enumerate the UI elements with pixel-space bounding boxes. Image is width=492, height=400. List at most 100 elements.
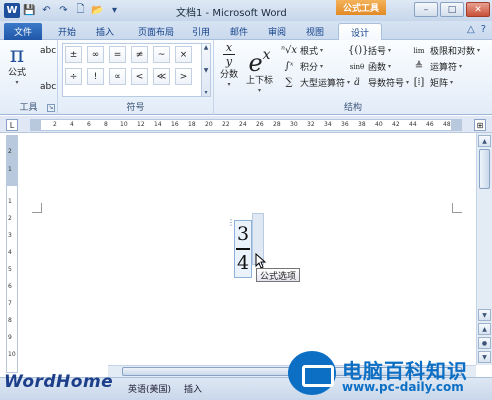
collapse-ribbon-icon[interactable]: △: [467, 24, 475, 35]
ruler-toggle-icon[interactable]: ⊞: [474, 119, 486, 131]
operator-button[interactable]: ≜ 运算符 ▾: [410, 60, 462, 73]
gallery-more-icon[interactable]: ▾: [204, 89, 207, 96]
symbol-button[interactable]: >: [175, 68, 192, 85]
bracket-label: 括号: [368, 47, 387, 57]
fraction-button[interactable]: x y 分数 ▾: [220, 42, 238, 88]
tab-help-area: △ ?: [467, 24, 486, 35]
tab-selector[interactable]: L: [6, 119, 18, 131]
ruler-tick: 8: [104, 121, 108, 128]
large-operator-label: 大型运算符: [300, 79, 346, 89]
vertical-ruler-tick: 9: [8, 334, 12, 341]
function-icon: sinθ: [349, 62, 365, 71]
symbol-button[interactable]: ±: [65, 46, 82, 63]
logo-url: www.pc-daily.com: [342, 380, 464, 394]
bracket-button[interactable]: {()} 括号 ▾: [348, 44, 391, 57]
fraction-denominator[interactable]: 4: [236, 253, 250, 273]
chevron-down-icon: ▾: [15, 79, 19, 86]
tab-references[interactable]: 引用: [186, 23, 216, 40]
tab-review[interactable]: 审阅: [262, 23, 292, 40]
ruler-tick: 24: [239, 121, 247, 128]
customize-toolbar-icon[interactable]: ▾: [107, 4, 122, 18]
limit-log-button[interactable]: lim 极限和对数 ▾: [410, 44, 480, 58]
tab-mailings[interactable]: 邮件: [224, 23, 254, 40]
ruler-tick: 4: [70, 121, 74, 128]
word-app-icon[interactable]: W: [4, 3, 20, 18]
script-button[interactable]: ex 上下标 ▾: [246, 42, 273, 94]
tab-insert[interactable]: 插入: [90, 23, 120, 40]
large-operator-button[interactable]: ∑ 大型运算符 ▾: [280, 76, 350, 89]
ruler-tick: 38: [358, 121, 366, 128]
tab-page-layout[interactable]: 页面布局: [130, 23, 182, 40]
symbol-button[interactable]: ∞: [87, 46, 104, 63]
equation-label: 公式: [8, 68, 27, 78]
close-button[interactable]: ✕: [466, 2, 490, 17]
redo-icon[interactable]: ↷: [56, 4, 71, 18]
integral-button[interactable]: ∫ˣ 积分 ▾: [280, 60, 323, 73]
vertical-ruler-tick: 10: [8, 351, 16, 358]
symbol-button[interactable]: <: [131, 68, 148, 85]
accent-label: 导数符号: [368, 79, 405, 89]
vertical-ruler-tick: 1: [8, 198, 12, 205]
matrix-button[interactable]: [⁞] 矩阵 ▾: [410, 76, 453, 89]
insert-mode-status[interactable]: 插入: [184, 382, 202, 395]
vertical-ruler[interactable]: 2 1 1 2 3 4 5 6 7 8 9 10: [6, 135, 18, 373]
help-icon[interactable]: ?: [481, 24, 486, 35]
radical-button[interactable]: ⁿ√x 根式 ▾: [280, 44, 323, 57]
ruler-tick: 2: [53, 121, 57, 128]
symbol-button[interactable]: !: [87, 68, 104, 85]
ruler-tick: 18: [188, 121, 196, 128]
new-document-icon[interactable]: 🗋: [73, 4, 88, 18]
limit-label: 极限和对数: [430, 47, 476, 57]
symbol-button[interactable]: ×: [175, 46, 192, 63]
vertical-scroll-thumb[interactable]: [479, 149, 490, 189]
function-label: 函数: [368, 63, 387, 73]
ruler-tick: 34: [324, 121, 332, 128]
tab-design[interactable]: 设计: [338, 23, 382, 40]
horizontal-ruler[interactable]: 2 4 6 8 10 12 14 16 18 20 22 24 26 28 30…: [30, 119, 462, 131]
window-title: 文档1 - Microsoft Word: [176, 8, 287, 19]
group-structures: x y 分数 ▾ ex 上下标 ▾ ⁿ√x 根式 ▾ ∫ˣ 积分 ▾ ∑ 大型运…: [214, 40, 492, 115]
scroll-down-icon[interactable]: ▼: [478, 309, 491, 321]
ruler-tick: 42: [392, 121, 400, 128]
symbol-button[interactable]: ÷: [65, 68, 82, 85]
professional-format-button[interactable]: abc: [40, 46, 56, 56]
symbol-button[interactable]: =: [109, 46, 126, 63]
ruler-left-margin: [31, 120, 41, 130]
vertical-ruler-tick: 1: [8, 166, 12, 173]
open-folder-icon[interactable]: 📂: [90, 4, 105, 18]
accent-button[interactable]: ä 导数符号 ▾: [348, 76, 409, 89]
fraction-label: 分数: [220, 70, 239, 80]
symbol-button[interactable]: ≠: [131, 46, 148, 63]
integral-icon: ∫ˣ: [284, 61, 294, 72]
operator-label: 运算符: [430, 63, 458, 73]
symbol-button[interactable]: ∝: [109, 68, 126, 85]
equation-button[interactable]: π 公式 ▾: [8, 44, 27, 87]
ruler-right-margin: [451, 120, 461, 130]
language-status[interactable]: 英语(美国): [128, 382, 171, 395]
linear-format-button[interactable]: abc: [40, 82, 56, 92]
symbol-button[interactable]: ≪: [153, 68, 170, 85]
ruler-tick: 20: [205, 121, 213, 128]
integral-label: 积分: [300, 63, 319, 73]
scroll-up-icon[interactable]: ▲: [478, 135, 491, 147]
symbol-button[interactable]: ~: [153, 46, 170, 63]
gallery-scrollbar[interactable]: ▲ ▼ ▾: [201, 43, 211, 97]
tab-file[interactable]: 文件: [4, 23, 42, 40]
minimize-button[interactable]: –: [414, 2, 438, 17]
ruler-tick: 36: [341, 121, 349, 128]
tab-view[interactable]: 视图: [300, 23, 330, 40]
function-button[interactable]: sinθ 函数 ▾: [348, 60, 391, 74]
monitor-logo-icon: [288, 351, 336, 395]
scroll-down-icon[interactable]: ▼: [204, 67, 209, 74]
previous-page-icon[interactable]: ▲: [478, 323, 491, 335]
bracket-icon: {()}: [348, 45, 369, 56]
tab-home[interactable]: 开始: [52, 23, 82, 40]
ruler-tick: 12: [137, 121, 145, 128]
dialog-launcher-icon[interactable]: ↘: [47, 104, 55, 112]
fraction-numerator[interactable]: 3: [236, 224, 250, 244]
vertical-scrollbar[interactable]: ▲ ▼ ▲ ● ▼: [476, 133, 492, 365]
save-icon[interactable]: 💾: [22, 4, 37, 18]
scroll-up-icon[interactable]: ▲: [204, 44, 209, 51]
undo-icon[interactable]: ↶: [39, 4, 54, 18]
maximize-button[interactable]: □: [440, 2, 464, 17]
